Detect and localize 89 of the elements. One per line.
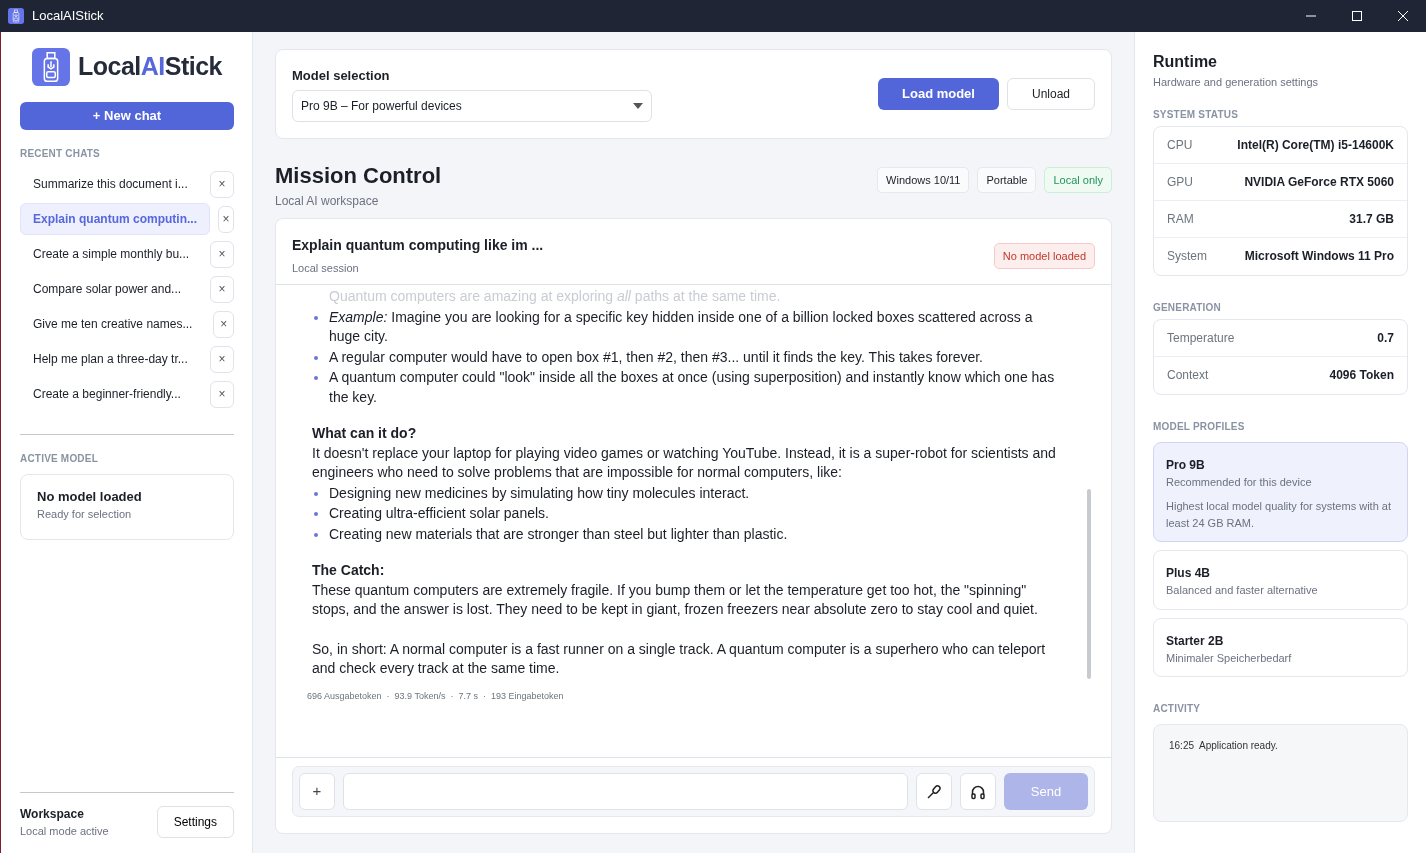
workspace-subtitle: Local mode active xyxy=(20,823,109,839)
delete-chat-button[interactable]: × xyxy=(218,205,234,233)
chat-subtitle: Local session xyxy=(292,260,360,276)
headphones-button[interactable] xyxy=(960,773,996,810)
info-label: Temperature xyxy=(1167,329,1235,347)
profile-name: Plus 4B xyxy=(1166,565,1211,582)
profile-subtitle: Recommended for this device xyxy=(1166,474,1313,490)
message-paragraph: So, in short: A normal computer is a fast runner on a single track. A quantum computer is a superhero who can teleport and check every track at the same time. xyxy=(312,639,1047,678)
section-label: ACTIVE MODEL xyxy=(20,451,99,466)
delete-chat-button[interactable]: × xyxy=(210,345,234,373)
app-icon xyxy=(8,8,24,24)
microphone-icon xyxy=(926,783,942,800)
info-value: 0.7 xyxy=(1377,329,1394,347)
info-value: Intel(R) Core(TM) i5-14600K xyxy=(1237,136,1394,154)
message-bullet: Designing new medicines by simulating how tiny molecules interact. xyxy=(312,483,1061,503)
message-bullet: Creating new materials that are stronger than steel but lighter than plastic. xyxy=(312,524,1061,544)
info-value: 31.7 GB xyxy=(1349,210,1394,228)
maximize-icon[interactable] xyxy=(1351,10,1363,22)
status-tag: Windows 10/11 xyxy=(877,166,970,193)
status-tag: Portable xyxy=(977,166,1037,193)
delete-chat-button[interactable]: × xyxy=(210,380,234,408)
delete-chat-button[interactable]: × xyxy=(210,170,234,198)
model-profile-card[interactable]: Pro 9B Recommended for this device Highest local model quality for systems with at least 24 GB RAM. xyxy=(1153,441,1408,542)
panel-title: Runtime xyxy=(1153,52,1218,72)
info-label: System xyxy=(1167,248,1207,265)
info-label: CPU xyxy=(1167,136,1193,154)
status-tag: No model loaded xyxy=(993,242,1095,269)
model-profile-card[interactable]: Plus 4B Balanced and faster alternative xyxy=(1153,550,1408,610)
new-chat-button[interactable]: + New chat xyxy=(20,102,234,130)
section-label: RECENT CHATS xyxy=(20,146,101,161)
section-label: GENERATION xyxy=(1153,300,1222,315)
message-bullet: A regular computer would have to open box #1, then #2, then #3... until it finds the key. This takes forever. xyxy=(312,347,1061,367)
info-label: RAM xyxy=(1167,210,1194,228)
usb-stick-logo-icon xyxy=(31,48,70,86)
section-label: MODEL PROFILES xyxy=(1153,419,1246,434)
chat-list-item[interactable]: Explain quantum computin... xyxy=(20,203,210,235)
model-profile-card[interactable]: Starter 2B Minimaler Speicherbedarf xyxy=(1153,617,1408,677)
message-bullet: Creating ultra-efficient solar panels. xyxy=(312,504,1061,524)
window-title: LocalAIStick xyxy=(32,7,104,26)
chat-list-item[interactable]: Summarize this document i... xyxy=(20,168,202,200)
section-label: ACTIVITY xyxy=(1153,702,1202,716)
section-label: SYSTEM STATUS xyxy=(1153,107,1239,122)
chat-list-item[interactable]: Create a beginner-friendly... xyxy=(20,378,202,410)
info-value: NVIDIA GeForce RTX 5060 xyxy=(1244,173,1394,191)
message-heading: What can it do? xyxy=(312,424,418,443)
info-value: 4096 Token xyxy=(1329,367,1394,384)
settings-button[interactable]: Settings xyxy=(156,805,234,838)
profile-name: Starter 2B xyxy=(1166,632,1225,650)
message-paragraph: These quantum computers are extremely fragile. If you bump them or let the temperature get too hot, the "spinning" stops, and the answer is lost. They need to be kept in giant, frozen freezers near absolute zero to stay cool and quiet. xyxy=(312,580,1039,619)
message-bullet: A quantum computer could "look" inside all the boxes at once (using superposition) and instantly know which one has the key. xyxy=(312,368,1061,407)
close-icon[interactable] xyxy=(1397,10,1409,22)
message-bullet: Example: Imagine you are looking for a specific key hidden inside one of a billion locked boxes scattered across a huge city. xyxy=(312,307,1061,347)
page-subtitle: Local AI workspace xyxy=(275,192,380,210)
chat-list-item[interactable]: Create a simple monthly bu... xyxy=(20,238,203,270)
info-label: GPU xyxy=(1167,173,1193,191)
scrollbar-thumb[interactable] xyxy=(1087,488,1091,679)
chat-list-item[interactable]: Compare solar power and... xyxy=(20,273,202,305)
active-model-title: No model loaded xyxy=(37,487,143,506)
load-model-button[interactable]: Load model xyxy=(878,77,999,110)
activity-entry: 16:25 Application ready. xyxy=(1169,739,1279,753)
chat-list-item[interactable]: Help me plan a three-day tr... xyxy=(20,343,202,375)
page-title: Mission Control xyxy=(275,161,442,190)
profile-subtitle: Minimaler Speicherbedarf xyxy=(1166,650,1293,666)
info-label: Context xyxy=(1167,367,1209,384)
panel-subtitle: Hardware and generation settings xyxy=(1153,75,1320,90)
message-heading: The Catch: xyxy=(312,561,386,580)
profile-subtitle: Balanced and faster alternative xyxy=(1166,583,1319,598)
unload-button[interactable]: Unload xyxy=(1006,77,1095,110)
message-stats: 696 Ausgabetoken · 93.9 Token/s · 7.7 s · 193 Eingabetoken xyxy=(307,689,565,703)
profile-description: Highest local model quality for systems with at least 24 GB RAM. xyxy=(1166,499,1392,531)
delete-chat-button[interactable]: × xyxy=(210,240,234,268)
profile-name: Pro 9B xyxy=(1166,456,1206,474)
info-value: Microsoft Windows 11 Pro xyxy=(1244,248,1394,265)
status-tag: Local only xyxy=(1044,166,1112,193)
dropdown-caret-icon xyxy=(633,102,643,109)
model-selection-label: Model selection xyxy=(292,67,391,85)
workspace-title: Workspace xyxy=(20,805,85,823)
message-input-field[interactable] xyxy=(343,773,908,810)
chat-title: Explain quantum computing like im ... xyxy=(292,235,544,255)
attach-button[interactable]: + xyxy=(299,773,335,810)
model-dropdown[interactable]: Pro 9B – For powerful devices xyxy=(292,89,652,122)
brand-name: LocalAIStick xyxy=(77,51,223,83)
message-paragraph: It doesn't replace your laptop for playing video games or watching YouTube. Instead, it is a super-robot for scientists and engineers who need to solve problems that are impossible for normal computers, like: xyxy=(312,443,1057,482)
active-model-subtitle: Ready for selection xyxy=(37,507,133,522)
chat-list-item[interactable]: Give me ten creative names... xyxy=(20,308,206,340)
headphones-icon xyxy=(970,783,986,800)
microphone-button[interactable] xyxy=(916,773,952,810)
delete-chat-button[interactable]: × xyxy=(210,275,234,303)
delete-chat-button[interactable]: × xyxy=(213,310,234,338)
